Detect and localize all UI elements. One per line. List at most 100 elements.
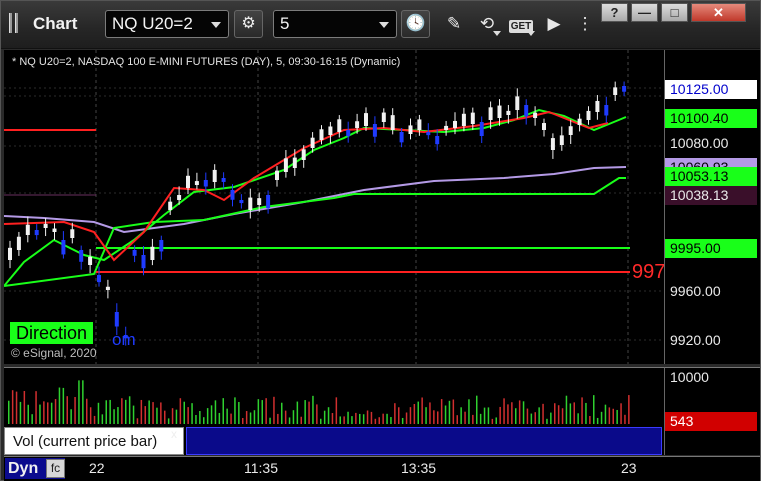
fit-icon[interactable]: fc — [46, 459, 65, 478]
ma-green-fast-line — [4, 108, 627, 287]
volume-bar — [511, 402, 513, 424]
candle-body — [248, 197, 253, 210]
draw-tool-button[interactable]: ✎ — [439, 10, 469, 38]
price-axis[interactable]: 10125.00 10100.40 10080.00 10060.93 1005… — [664, 50, 760, 364]
drag-grip[interactable] — [9, 13, 12, 33]
volume-bar — [382, 413, 384, 424]
candle-body — [488, 107, 493, 120]
price-chart[interactable]: * NQ U20=2, NASDAQ 100 E-MINI FUTURES (D… — [4, 50, 665, 364]
volume-bar — [546, 418, 548, 424]
chevron-down-icon[interactable] — [379, 22, 389, 28]
volume-bar — [136, 418, 139, 424]
chevron-down-icon — [493, 31, 501, 36]
maximize-button[interactable]: □ — [661, 3, 688, 22]
volume-bar — [86, 398, 88, 424]
candle-body — [372, 124, 377, 137]
volume-bar — [483, 407, 486, 424]
volume-bar — [257, 399, 260, 424]
volume-bar — [487, 407, 490, 424]
get-data-button[interactable]: GET — [506, 10, 536, 38]
volume-study-label[interactable]: Vol (current price bar) — [4, 427, 184, 455]
candle-body — [444, 125, 449, 130]
app-title: Chart — [33, 14, 78, 33]
candle-body — [292, 157, 297, 168]
chevron-down-icon[interactable] — [211, 22, 221, 28]
copyright-text: © eSignal, 2020 — [11, 346, 97, 360]
volume-bar — [249, 412, 252, 424]
symbol-value: NQ U20=2 — [112, 14, 193, 33]
dynamic-mode-text: Dyn — [8, 460, 39, 477]
clock-icon: 🕓 — [405, 15, 426, 32]
interval-combo[interactable]: 5 — [273, 10, 397, 38]
volume-bar — [479, 413, 482, 424]
volume-bar — [152, 402, 154, 424]
volume-bar — [534, 412, 536, 424]
candle-body — [239, 200, 244, 204]
volume-bar — [82, 380, 84, 424]
volume-bar — [347, 411, 349, 424]
minimize-icon: — — [638, 5, 651, 20]
candle-body — [622, 86, 627, 92]
candle-body — [435, 136, 440, 145]
volume-bar — [31, 414, 33, 424]
drag-grip[interactable] — [15, 13, 18, 33]
volume-bar — [464, 411, 466, 424]
studies-button[interactable]: ⟲ — [472, 10, 502, 38]
volume-bar — [366, 410, 369, 424]
interval-clock-button[interactable]: 🕓 — [401, 10, 430, 38]
candle-body — [159, 240, 164, 252]
volume-bar — [554, 403, 556, 424]
volume-bar — [304, 400, 306, 424]
volume-bar — [417, 401, 419, 424]
volume-bar — [581, 397, 583, 424]
candle-body — [150, 246, 155, 260]
candle-body — [70, 229, 75, 238]
volume-axis[interactable]: 10000 543 — [664, 367, 760, 455]
volume-bar — [327, 407, 330, 424]
volume-bar — [394, 403, 396, 424]
volume-bar — [78, 380, 80, 424]
candle-body — [577, 118, 582, 125]
candle-body — [266, 195, 271, 209]
volume-bar — [429, 402, 431, 424]
minimize-button[interactable]: — — [631, 3, 658, 22]
volume-bar — [569, 403, 572, 424]
volume-bar — [222, 398, 224, 424]
candle-body — [141, 255, 146, 269]
volume-bar — [11, 390, 14, 424]
candle-body — [43, 223, 48, 228]
candle-body — [212, 169, 217, 182]
volume-bar — [542, 403, 544, 424]
candle-body — [604, 105, 609, 116]
price-label: 10125.00 — [665, 80, 757, 99]
time-axis[interactable]: 22 11:35 13:35 23 — [4, 456, 760, 481]
volume-bar — [226, 408, 228, 424]
volume-bar — [608, 407, 611, 424]
replay-button[interactable]: ▶ — [539, 10, 569, 38]
volume-bar — [58, 387, 61, 424]
more-button[interactable]: ⋮ — [570, 10, 600, 38]
candle-body — [25, 224, 30, 235]
volume-bar — [245, 411, 248, 424]
symbol-settings-button[interactable]: ⚙ — [234, 10, 263, 38]
volume-bar — [495, 417, 497, 424]
close-button[interactable]: ✕ — [691, 3, 746, 22]
volume-bar — [156, 407, 158, 424]
volume-bar — [187, 407, 189, 424]
volume-bar — [538, 407, 540, 424]
help-button[interactable]: ? — [601, 3, 628, 22]
candle-body — [453, 120, 457, 128]
symbol-combo[interactable]: NQ U20=2 — [105, 10, 229, 38]
volume-bar — [50, 402, 53, 424]
volume-bar — [308, 401, 310, 424]
volume-bar — [351, 416, 353, 424]
volume-bar — [199, 411, 201, 424]
volume-bar — [101, 414, 104, 424]
close-icon[interactable]: x — [171, 427, 177, 441]
volume-bar — [573, 402, 575, 424]
volume-bar — [35, 391, 37, 424]
volume-bar — [238, 401, 240, 424]
volume-bar — [460, 407, 462, 424]
volume-bar — [452, 399, 455, 424]
candle-body — [61, 240, 66, 255]
